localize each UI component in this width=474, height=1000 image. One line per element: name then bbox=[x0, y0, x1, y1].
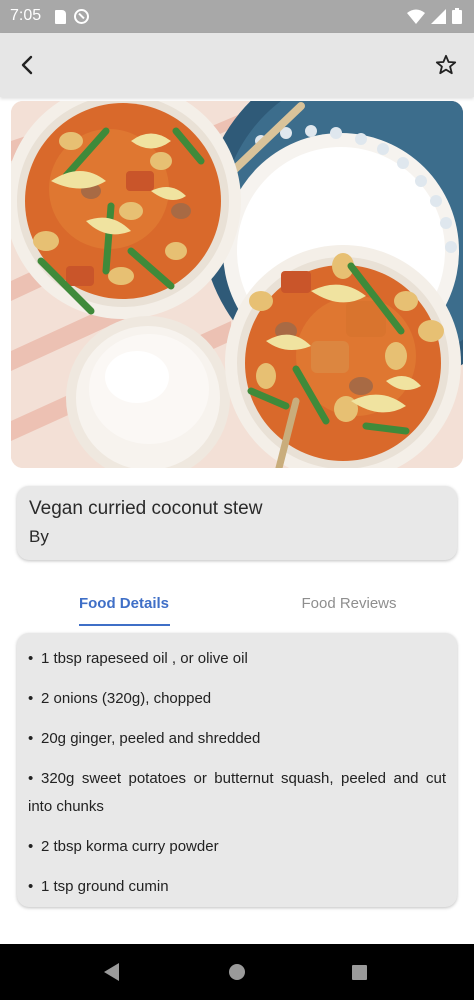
status-right-icons bbox=[407, 8, 462, 24]
sd-card-icon bbox=[55, 9, 66, 24]
back-button[interactable] bbox=[8, 45, 48, 85]
tab-indicator bbox=[79, 624, 170, 626]
recipe-author: By bbox=[29, 527, 49, 546]
app-bar bbox=[0, 33, 474, 97]
ingredient-item: • 2 onions (320g), chopped bbox=[28, 685, 446, 713]
recipe-image bbox=[11, 101, 463, 468]
ingredient-text: 1 tsp ground cumin bbox=[41, 878, 169, 895]
ingredient-text: 2 tbsp korma curry powder bbox=[41, 838, 219, 855]
chevron-left-icon bbox=[21, 55, 33, 75]
ingredient-item: • 1 tbsp rapeseed oil , or olive oil bbox=[28, 645, 446, 673]
ingredient-text: 320g sweet potatoes or butternut squash,… bbox=[28, 770, 446, 815]
ingredient-text: 1 tbsp rapeseed oil , or olive oil bbox=[41, 650, 248, 667]
star-outline-icon bbox=[435, 54, 457, 75]
status-time: 7:05 bbox=[10, 7, 42, 24]
sync-icon bbox=[74, 9, 89, 24]
tab-food-reviews[interactable]: Food Reviews bbox=[290, 578, 408, 628]
bullet-icon: • bbox=[28, 838, 34, 855]
ingredient-item: • 320g sweet potatoes or butternut squash… bbox=[28, 765, 446, 821]
ingredient-item: • 20g ginger, peeled and shredded bbox=[28, 725, 446, 753]
tab-food-details[interactable]: Food Details bbox=[68, 578, 180, 628]
status-bar: 7:05 bbox=[0, 0, 474, 33]
recipe-title: Vegan curried coconut stew bbox=[29, 498, 263, 519]
battery-icon bbox=[452, 8, 462, 24]
nav-recents-icon[interactable] bbox=[352, 965, 367, 980]
nav-back-icon[interactable] bbox=[104, 963, 119, 981]
favorite-button[interactable] bbox=[426, 45, 466, 85]
system-nav-bar bbox=[0, 944, 474, 1000]
bullet-icon: • bbox=[28, 770, 34, 787]
status-left-icons bbox=[55, 9, 89, 24]
recipe-title-card: Vegan curried coconut stew By bbox=[17, 486, 457, 560]
stew-illustration bbox=[11, 101, 463, 468]
ingredients-card[interactable]: • 1 tbsp rapeseed oil , or olive oil • 2 o… bbox=[17, 633, 457, 907]
ingredient-text: 20g ginger, peeled and shredded bbox=[41, 730, 261, 747]
ingredient-item: • 1 tsp ground cumin bbox=[28, 873, 446, 901]
bullet-icon: • bbox=[28, 690, 34, 707]
nav-home-icon[interactable] bbox=[229, 964, 245, 980]
tab-bar: Food Details Food Reviews bbox=[0, 578, 474, 628]
bullet-icon: • bbox=[28, 650, 34, 667]
bullet-icon: • bbox=[28, 878, 34, 895]
ingredient-item: • 2 tbsp korma curry powder bbox=[28, 833, 446, 861]
wifi-icon bbox=[407, 9, 425, 24]
bullet-icon: • bbox=[28, 730, 34, 747]
ingredient-text: 2 onions (320g), chopped bbox=[41, 690, 212, 707]
signal-icon bbox=[431, 8, 446, 24]
